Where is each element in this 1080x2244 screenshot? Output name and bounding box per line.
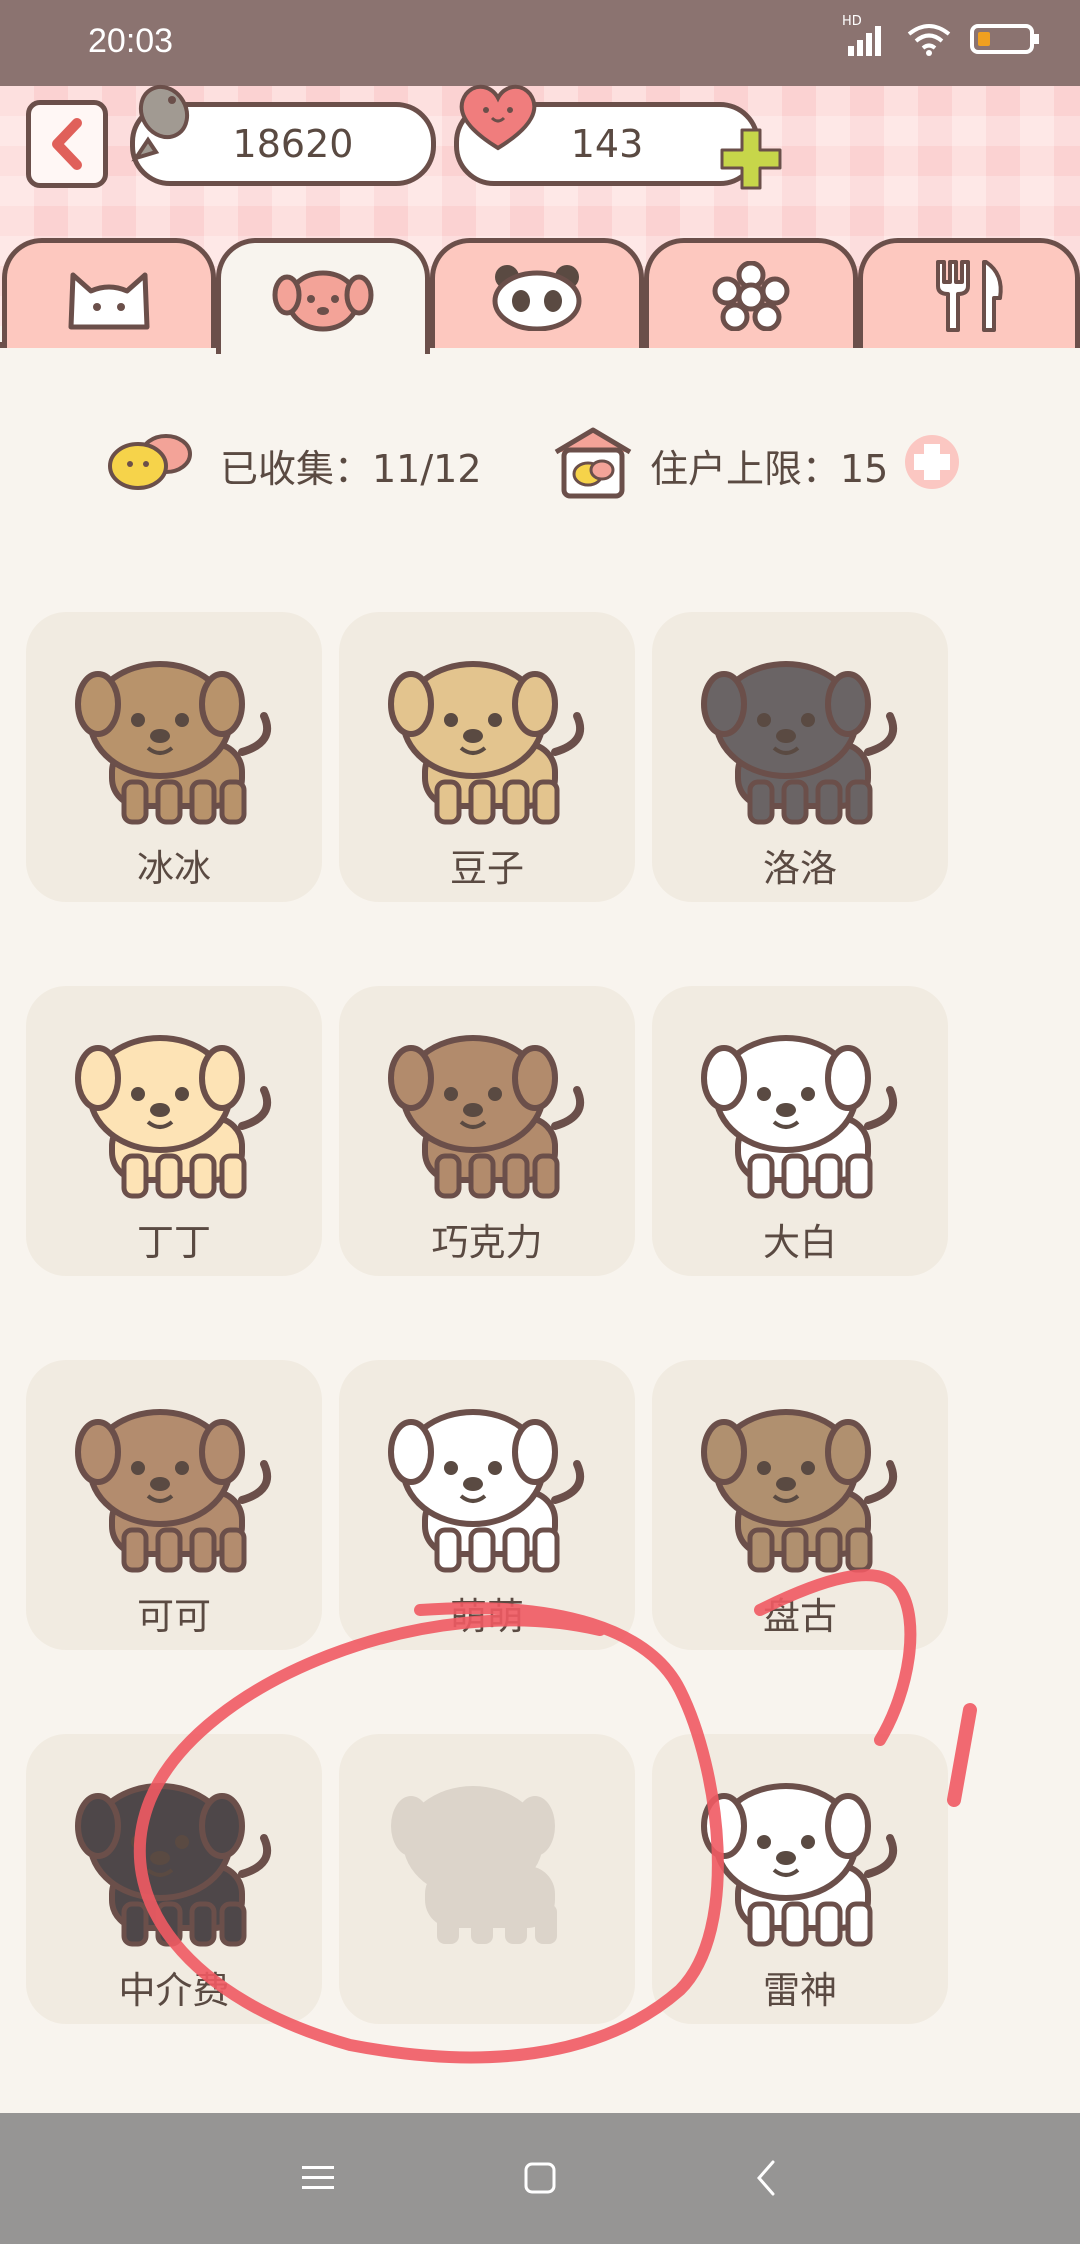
pet-card[interactable] <box>339 1734 635 2024</box>
pet-card[interactable]: 盘古 <box>652 1360 948 1650</box>
pet-card[interactable]: 冰冰 <box>26 612 322 902</box>
heart-icon <box>459 84 537 151</box>
status-icons: HD <box>842 14 1040 60</box>
add-capacity-button[interactable] <box>904 434 960 490</box>
dog-avatar-icon <box>75 1783 272 1947</box>
dog-avatar-icon <box>75 1035 272 1199</box>
tab-panda[interactable] <box>430 238 644 348</box>
home-nav-button[interactable] <box>500 2143 580 2213</box>
dog-avatar-icon <box>75 1409 272 1573</box>
pet-name: 盘古 <box>763 1595 837 1638</box>
pet-name: 丁丁 <box>137 1221 211 1264</box>
pet-name: 豆子 <box>450 847 524 890</box>
tab-cat[interactable] <box>2 238 216 348</box>
battery-icon <box>970 22 1040 60</box>
locked-dog-silhouette-icon <box>391 1786 557 1944</box>
pet-name: 冰冰 <box>137 847 211 890</box>
panda-icon <box>492 264 582 331</box>
pet-card[interactable]: 洛洛 <box>652 612 948 902</box>
tab-flower[interactable] <box>644 238 858 348</box>
flower-icon <box>712 260 790 331</box>
category-tabs <box>0 238 1080 354</box>
fish-icon <box>131 84 190 162</box>
status-time: 20:03 <box>88 22 174 60</box>
menu-nav-button[interactable] <box>278 2143 358 2213</box>
collected-label: 已收集：11/12 <box>220 447 482 491</box>
back-button[interactable] <box>26 100 108 188</box>
tab-dog[interactable] <box>216 238 430 354</box>
dog-avatar-icon <box>388 661 585 825</box>
add-hearts-button[interactable] <box>718 126 784 192</box>
pet-name: 萌萌 <box>450 1595 524 1638</box>
dog-avatar-icon <box>75 661 272 825</box>
dog-avatar-icon <box>701 1035 898 1199</box>
status-bar: 20:03 HD <box>0 0 1080 86</box>
menu-icon <box>302 2166 334 2189</box>
pet-name: 雷神 <box>763 1969 837 2012</box>
pet-card[interactable]: 巧克力 <box>339 986 635 1276</box>
network-type-label: HD <box>842 14 862 29</box>
house-icon <box>554 427 632 499</box>
heart-count: 143 <box>570 122 644 166</box>
pet-card[interactable]: 雷神 <box>652 1734 948 2024</box>
wifi-icon <box>906 22 952 60</box>
pet-name: 巧克力 <box>431 1221 543 1264</box>
dog-avatar-icon <box>388 1409 585 1573</box>
signal-icon: HD <box>842 14 888 60</box>
back-arrow-icon <box>52 118 82 170</box>
tab-utensils[interactable] <box>858 238 1080 348</box>
collected-icon <box>108 434 192 490</box>
pet-name: 洛洛 <box>763 847 837 890</box>
dog-avatar-icon <box>701 661 898 825</box>
cat-icon <box>68 272 150 329</box>
capacity-label: 住户上限：15 <box>650 447 889 491</box>
back-chevron-icon <box>757 2160 775 2196</box>
fish-count: 18620 <box>232 122 354 166</box>
pet-card[interactable]: 豆子 <box>339 612 635 902</box>
collection-stats: 已收集：11/12 住户上限：15 <box>0 427 1080 499</box>
dog-avatar-icon <box>701 1783 898 1947</box>
system-nav-bar <box>0 2113 1080 2244</box>
pet-card[interactable]: 可可 <box>26 1360 322 1650</box>
pet-name: 大白 <box>763 1221 837 1264</box>
utensils-icon <box>936 259 1003 332</box>
dog-avatar-icon <box>388 1035 585 1199</box>
dog-icon <box>272 270 374 331</box>
pet-name: 中介费 <box>118 1969 230 2012</box>
home-square-icon <box>524 2162 556 2194</box>
pet-card[interactable]: 萌萌 <box>339 1360 635 1650</box>
pet-card[interactable]: 中介费 <box>26 1734 322 2024</box>
pet-card[interactable]: 大白 <box>652 986 948 1276</box>
back-nav-button[interactable] <box>726 2143 806 2213</box>
dog-avatar-icon <box>701 1409 898 1573</box>
pet-card[interactable]: 丁丁 <box>26 986 322 1276</box>
pet-name: 可可 <box>137 1595 211 1638</box>
